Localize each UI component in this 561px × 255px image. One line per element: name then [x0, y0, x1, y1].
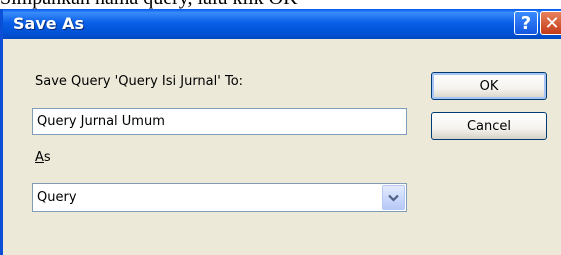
title-bar[interactable]: Save As ? ✕ — [3, 9, 561, 39]
help-button[interactable]: ? — [514, 11, 538, 35]
help-icon: ? — [520, 12, 532, 34]
close-icon: ✕ — [544, 12, 560, 34]
document-caption: Simpankan nama query, lalu klik OK — [0, 0, 561, 9]
as-label-rest: s — [43, 150, 51, 165]
save-as-dialog: Save As ? ✕ Save Query 'Query Isi Jurnal… — [0, 9, 561, 255]
close-button[interactable]: ✕ — [540, 11, 561, 35]
object-type-select[interactable]: Query — [32, 183, 407, 212]
ok-button[interactable]: OK — [431, 72, 547, 100]
query-name-input[interactable]: Query Jurnal Umum — [32, 108, 407, 135]
object-type-value: Query — [37, 190, 77, 205]
cancel-button[interactable]: Cancel — [431, 112, 547, 140]
as-label: As — [35, 150, 51, 165]
dropdown-button[interactable] — [382, 185, 405, 210]
as-label-accelerator: A — [35, 150, 44, 165]
dialog-title: Save As — [13, 14, 85, 33]
chevron-down-icon — [388, 194, 399, 202]
save-query-label: Save Query 'Query Isi Jurnal' To: — [35, 74, 244, 89]
